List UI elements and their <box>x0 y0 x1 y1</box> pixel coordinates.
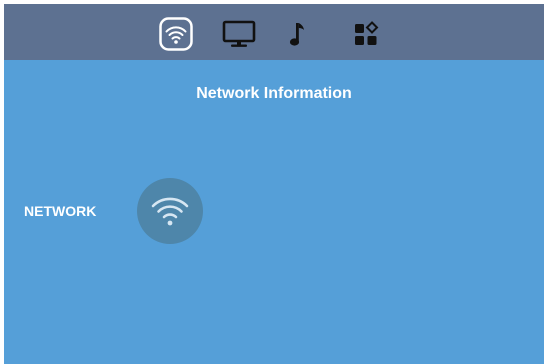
tab-audio[interactable] <box>280 16 316 52</box>
top-tab-bar <box>4 4 544 60</box>
network-status-button[interactable] <box>137 178 203 244</box>
network-label: NETWORK <box>24 203 97 219</box>
music-note-icon <box>289 23 304 46</box>
tab-apps[interactable] <box>348 16 384 52</box>
page-title: Network Information <box>196 85 352 102</box>
tab-network[interactable] <box>158 16 194 52</box>
wifi-icon <box>159 17 193 51</box>
wifi-icon <box>151 197 189 226</box>
settings-screen: Network Information NETWORK <box>4 4 544 364</box>
tab-display[interactable] <box>221 16 257 52</box>
monitor-icon <box>222 20 256 47</box>
apps-grid-icon <box>355 21 379 45</box>
